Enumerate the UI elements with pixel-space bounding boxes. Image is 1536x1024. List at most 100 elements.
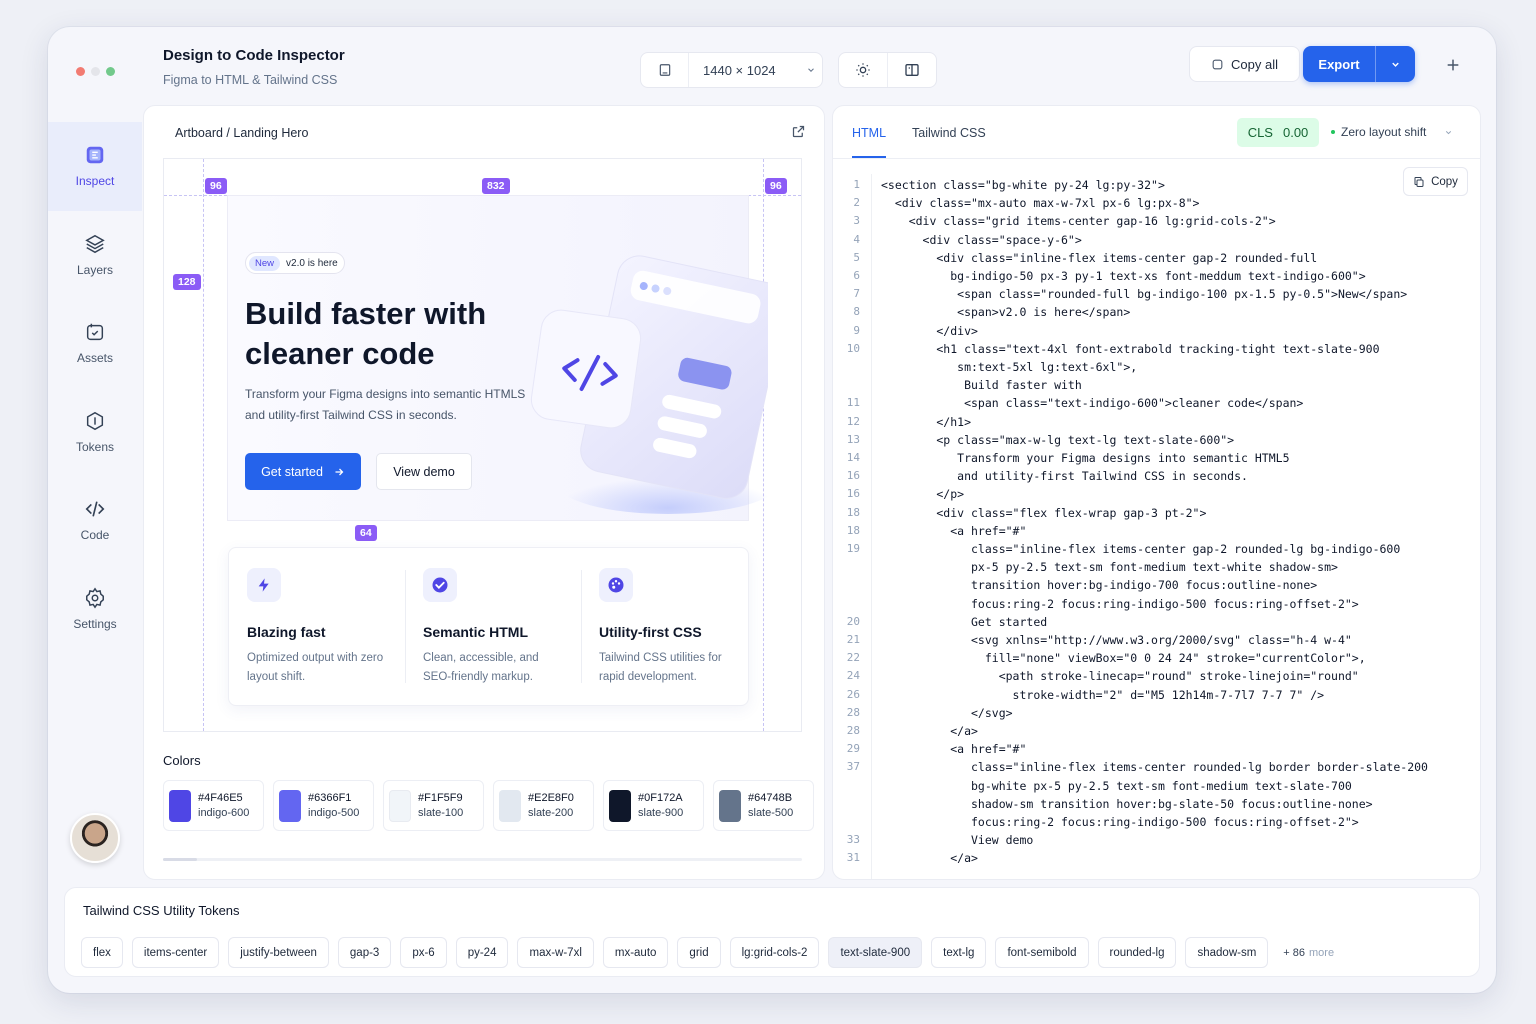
- hero-section[interactable]: New v2.0 is here Build faster with clean…: [227, 195, 768, 521]
- artboard[interactable]: 96 832 96 128 64 New v2.0 is here Build …: [163, 158, 802, 732]
- code-line: </a>: [881, 724, 978, 738]
- chevron-down-icon: [1446, 130, 1452, 134]
- badge-text: v2.0 is here: [286, 257, 338, 269]
- chevron-down-icon: [807, 68, 814, 72]
- sidebar-item-layers[interactable]: Layers: [48, 211, 142, 300]
- app-subtitle: Figma to HTML & Tailwind CSS: [163, 73, 338, 87]
- app-window: Design to Code Inspector Figma to HTML &…: [48, 27, 1496, 993]
- line-number: 18: [846, 505, 860, 519]
- gear-icon: [86, 587, 104, 609]
- color-hex: #F1F5F9: [418, 792, 463, 804]
- announcement-badge[interactable]: New v2.0 is here: [245, 252, 345, 274]
- code-line: View demo: [881, 833, 1034, 848]
- code-line: <div class="mx-auto max-w-7xl px-6 lg:px…: [881, 196, 1200, 211]
- line-number: 1: [853, 178, 860, 191]
- token-chip[interactable]: lg:grid-cols-2: [729, 937, 820, 968]
- code-line: </svg>: [881, 705, 1013, 720]
- sidebar-item-settings[interactable]: Settings: [48, 565, 142, 654]
- sidebar-item-inspect[interactable]: Inspect: [48, 122, 142, 211]
- colors-title: Colors: [163, 753, 201, 768]
- split-layout-icon: [905, 64, 919, 76]
- open-external-button[interactable]: [791, 124, 806, 142]
- token-chip[interactable]: items-center: [131, 937, 220, 968]
- tab-tailwind-css[interactable]: Tailwind CSS: [912, 126, 986, 140]
- code-line: </h1>: [881, 414, 972, 429]
- view-demo-label: View demo: [393, 464, 455, 479]
- theme-toggle[interactable]: [839, 53, 888, 87]
- swatch-chip: [169, 789, 191, 822]
- code-line: Build faster with: [881, 378, 1082, 393]
- scrollbar-thumb[interactable]: [163, 858, 197, 861]
- hero-heading-line: Build faster with: [245, 296, 487, 331]
- sidebar-item-tokens[interactable]: Tokens: [48, 388, 142, 477]
- layout-toggle[interactable]: [888, 53, 936, 87]
- token-chip[interactable]: font-semibold: [995, 937, 1089, 968]
- token-chip[interactable]: py-24: [455, 937, 509, 968]
- get-started-label: Get started: [261, 464, 323, 479]
- more-tokens[interactable]: + 86 more: [1277, 937, 1334, 968]
- line-number: 13: [846, 432, 860, 446]
- token-chip[interactable]: max-w-7xl: [517, 937, 594, 968]
- color-swatch[interactable]: #64748B slate-500: [713, 780, 814, 831]
- color-swatch[interactable]: #4F46E5 indigo-600: [163, 780, 264, 831]
- device-icon[interactable]: [641, 53, 689, 87]
- line-number: 11: [846, 396, 860, 410]
- color-name: slate-100: [418, 807, 464, 819]
- token-chip[interactable]: grid: [677, 937, 721, 968]
- hero-heading: Build faster with cleaner code: [245, 294, 545, 374]
- code-line: <span>v2.0 is here</span>: [881, 305, 1131, 320]
- line-number: [833, 795, 860, 813]
- line-number: 7: [853, 287, 860, 301]
- code-line: stroke-width="2" d="M5 12h14m-7-7l7 7-7 …: [881, 687, 1325, 702]
- bolt-icon: [247, 568, 281, 602]
- token-chip[interactable]: gap-3: [337, 937, 392, 968]
- get-started-button[interactable]: Get started: [245, 453, 361, 490]
- layout-shift-dropdown[interactable]: Zero layout shift: [1331, 125, 1453, 139]
- export-button[interactable]: Export: [1303, 46, 1415, 82]
- line-number: 14: [846, 451, 860, 464]
- minimize-dot[interactable]: [91, 67, 100, 76]
- sun-icon: [856, 63, 870, 77]
- code-line: <a href="#": [881, 523, 1027, 538]
- line-number: [833, 595, 860, 613]
- sidebar-item-code[interactable]: Code: [48, 476, 142, 565]
- arrow-right-icon: [335, 468, 344, 475]
- hero-heading-line: cleaner code: [245, 336, 435, 371]
- token-chip[interactable]: mx-auto: [602, 937, 669, 968]
- token-chip[interactable]: text-lg: [931, 937, 987, 968]
- copy-all-button[interactable]: Copy all: [1189, 46, 1300, 82]
- zoom-dot[interactable]: [106, 67, 115, 76]
- sidebar-item-assets[interactable]: Assets: [48, 299, 142, 388]
- token-chip[interactable]: justify-between: [228, 937, 329, 968]
- line-number: 28: [846, 705, 860, 719]
- color-swatch[interactable]: #E2E8F0 slate-200: [493, 780, 594, 831]
- code-line: <span class="rounded-full bg-indigo-100 …: [881, 287, 1408, 302]
- code-line: <h1 class="text-4xl font-extrabold track…: [881, 341, 1380, 356]
- token-chip[interactable]: flex: [81, 937, 123, 968]
- add-button[interactable]: [1445, 53, 1461, 79]
- avatar[interactable]: [70, 813, 120, 863]
- viewport-select[interactable]: 1440 × 1024: [689, 53, 822, 87]
- guide-line: [203, 159, 204, 731]
- token-chip[interactable]: shadow-sm: [1185, 937, 1269, 968]
- close-dot[interactable]: [76, 67, 85, 76]
- token-chip[interactable]: text-slate-900: [828, 937, 923, 968]
- preview-panel: Artboard / Landing Hero 96 832 96 128 64…: [143, 105, 825, 880]
- features-card[interactable]: Blazing fast Optimized output with zero …: [228, 547, 749, 706]
- feature-item: Semantic HTML Clean, accessible, and SEO…: [405, 548, 581, 705]
- view-demo-button[interactable]: View demo: [376, 453, 472, 490]
- viewport-picker[interactable]: 1440 × 1024: [640, 52, 823, 88]
- color-swatch[interactable]: #0F172A slate-900: [603, 780, 704, 831]
- sidebar-item-label: Inspect: [75, 174, 115, 189]
- tab-html[interactable]: HTML: [852, 126, 886, 140]
- zero-shift-label: Zero layout shift: [1341, 125, 1427, 139]
- color-swatch[interactable]: #F1F5F9 slate-100: [383, 780, 484, 831]
- token-chip[interactable]: rounded-lg: [1097, 937, 1177, 968]
- line-number: [833, 358, 860, 376]
- copy-code-button[interactable]: Copy: [1403, 167, 1468, 196]
- horizontal-scrollbar[interactable]: [163, 858, 802, 861]
- export-menu-button[interactable]: [1375, 46, 1415, 82]
- token-chip[interactable]: px-6: [400, 937, 447, 968]
- color-swatch[interactable]: #6366F1 indigo-500: [273, 780, 374, 831]
- check-circle-icon: [423, 568, 457, 602]
